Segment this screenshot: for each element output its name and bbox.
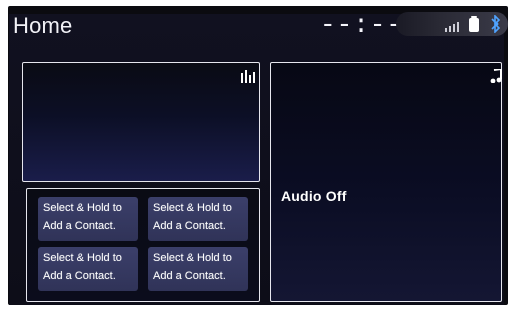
contact-tile[interactable]: Select & Hold to Add a Contact. — [38, 247, 138, 291]
contact-tile[interactable]: Select & Hold to Add a Contact. — [148, 247, 248, 291]
contacts-widget: Select & Hold to Add a Contact. Select &… — [26, 188, 260, 302]
page-title: Home — [13, 13, 73, 38]
audio-widget[interactable] — [270, 62, 502, 302]
equalizer-icon — [241, 70, 255, 83]
contact-tile[interactable]: Select & Hold to Add a Contact. — [38, 197, 138, 241]
signal-icon — [445, 22, 459, 32]
phone-battery-icon — [469, 16, 479, 32]
top-left-widget[interactable] — [22, 62, 260, 182]
music-note-icon — [490, 69, 502, 83]
audio-status-label: Audio Off — [281, 188, 347, 204]
contact-tile[interactable]: Select & Hold to Add a Contact. — [148, 197, 248, 241]
clock: --:-- — [320, 10, 404, 40]
bluetooth-icon — [491, 15, 501, 33]
